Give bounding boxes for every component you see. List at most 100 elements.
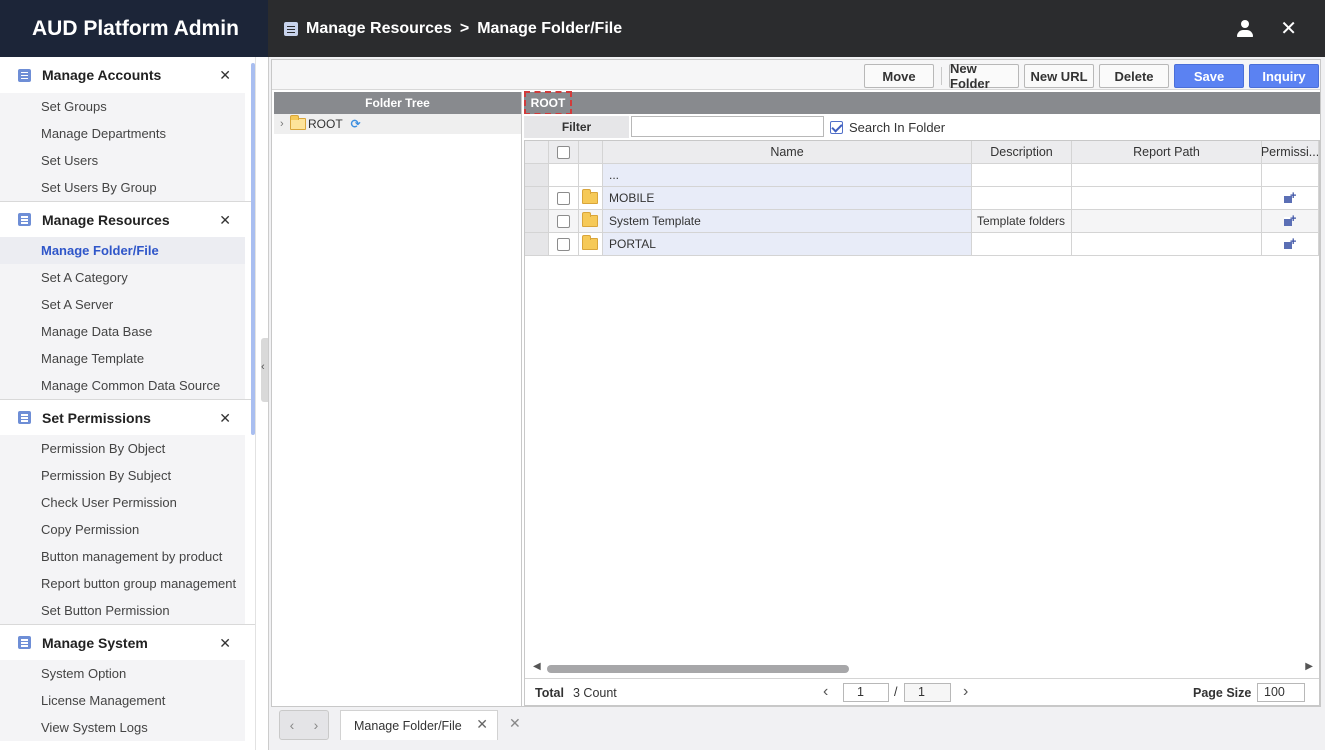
- new-url-button[interactable]: New URL: [1024, 64, 1094, 88]
- save-button[interactable]: Save: [1174, 64, 1244, 88]
- sidebar-section-set-permissions[interactable]: Set Permissions ✕: [0, 399, 255, 435]
- sidebar-item-report-button-group[interactable]: Report button group management: [0, 570, 245, 597]
- sidebar-item-set-users-by-group[interactable]: Set Users By Group: [0, 174, 245, 201]
- close-all-tabs-icon[interactable]: ✕: [509, 715, 521, 732]
- total-pages: 1: [904, 683, 951, 702]
- close-section-icon[interactable]: ✕: [219, 212, 231, 229]
- sidebar-item-permission-by-object[interactable]: Permission By Object: [0, 435, 245, 462]
- refresh-icon[interactable]: ⟳: [351, 117, 361, 131]
- filter-input[interactable]: [631, 116, 824, 137]
- sidebar-item-manage-folder-file[interactable]: Manage Folder/File: [0, 237, 245, 264]
- close-section-icon[interactable]: ✕: [219, 410, 231, 427]
- inquiry-button[interactable]: Inquiry: [1249, 64, 1319, 88]
- row-checkbox-cell[interactable]: [549, 187, 579, 210]
- tree-node-label[interactable]: ROOT: [308, 117, 343, 131]
- row-report-path: [1072, 164, 1262, 187]
- sidebar-section-manage-accounts[interactable]: Manage Accounts ✕: [0, 57, 255, 93]
- table-row[interactable]: MOBILE: [525, 187, 1319, 210]
- sidebar-item-system-option[interactable]: System Option: [0, 660, 245, 687]
- breadcrumb-page: Manage Folder/File: [477, 19, 623, 37]
- folder-tree-panel: Folder Tree › ROOT ⟳: [274, 92, 522, 706]
- section-title: Manage System: [42, 634, 148, 651]
- tab-manage-folder-file[interactable]: Manage Folder/File ✕: [340, 710, 498, 740]
- sidebar-collapse-handle[interactable]: [261, 338, 268, 402]
- row-name[interactable]: ...: [603, 164, 972, 187]
- sidebar-item-set-a-server[interactable]: Set A Server: [0, 291, 245, 318]
- sidebar-item-view-system-logs[interactable]: View System Logs: [0, 714, 245, 741]
- table-row[interactable]: PORTAL: [525, 233, 1319, 256]
- permission-add-icon[interactable]: [1284, 236, 1296, 250]
- sidebar-item-copy-permission[interactable]: Copy Permission: [0, 516, 245, 543]
- column-header-name[interactable]: Name: [603, 141, 972, 164]
- tab-close-icon[interactable]: ✕: [476, 716, 488, 733]
- sidebar-item-set-groups[interactable]: Set Groups: [0, 93, 245, 120]
- column-header-permission[interactable]: Permissi...: [1262, 141, 1319, 164]
- row-permission-cell[interactable]: [1262, 233, 1319, 256]
- folder-icon: [581, 212, 598, 227]
- scrollbar-thumb[interactable]: [547, 665, 849, 673]
- search-in-folder-label[interactable]: Search In Folder: [849, 120, 945, 135]
- sidebar-item-manage-template[interactable]: Manage Template: [0, 345, 245, 372]
- row-name[interactable]: PORTAL: [603, 233, 972, 256]
- column-header-report-path[interactable]: Report Path: [1072, 141, 1262, 164]
- row-checkbox[interactable]: [557, 191, 570, 205]
- sidebar-item-manage-departments[interactable]: Manage Departments: [0, 120, 245, 147]
- chevron-right-icon[interactable]: ›: [280, 118, 290, 130]
- scroll-left-icon[interactable]: ◀: [533, 661, 541, 672]
- sidebar-item-check-user-permission[interactable]: Check User Permission: [0, 489, 245, 516]
- table-row[interactable]: ...: [525, 164, 1319, 187]
- tab-next-icon[interactable]: ›: [314, 717, 319, 733]
- row-name[interactable]: System Template: [603, 210, 972, 233]
- close-section-icon[interactable]: ✕: [219, 635, 231, 652]
- row-header-corner: [525, 141, 549, 164]
- tab-label[interactable]: Manage Folder/File: [354, 719, 462, 733]
- permission-add-icon[interactable]: [1284, 213, 1296, 227]
- row-checkbox-cell[interactable]: [549, 210, 579, 233]
- delete-button[interactable]: Delete: [1099, 64, 1169, 88]
- next-page-icon[interactable]: ›: [963, 683, 968, 701]
- sidebar-item-license-management[interactable]: License Management: [0, 687, 245, 714]
- sidebar-item-manage-common-data-source[interactable]: Manage Common Data Source: [0, 372, 245, 399]
- page-size-input[interactable]: 100: [1257, 683, 1305, 702]
- row-permission-cell[interactable]: [1262, 210, 1319, 233]
- filter-label: Filter: [524, 116, 629, 138]
- sidebar-item-button-management[interactable]: Button management by product: [0, 543, 245, 570]
- move-button[interactable]: Move: [864, 64, 934, 88]
- column-header-description[interactable]: Description: [972, 141, 1072, 164]
- close-icon[interactable]: ✕: [1280, 19, 1297, 39]
- row-icon-cell: [579, 210, 603, 233]
- search-in-folder-checkbox[interactable]: [830, 121, 843, 134]
- prev-page-icon[interactable]: ‹: [823, 683, 828, 701]
- sidebar-item-permission-by-subject[interactable]: Permission By Subject: [0, 462, 245, 489]
- sidebar-scrollbar[interactable]: [251, 63, 255, 435]
- user-icon[interactable]: [1236, 19, 1254, 38]
- main-area: Move New Folder New URL Delete Save Inqu…: [268, 57, 1325, 750]
- search-in-folder[interactable]: Search In Folder: [830, 120, 945, 135]
- sidebar-item-manage-data-base[interactable]: Manage Data Base: [0, 318, 245, 345]
- path-root-crumb[interactable]: ROOT: [524, 91, 572, 115]
- select-all-cell[interactable]: [549, 141, 579, 164]
- row-checkbox[interactable]: [557, 237, 570, 251]
- row-permission-cell[interactable]: [1262, 187, 1319, 210]
- row-report-path: [1072, 187, 1262, 210]
- sidebar-section-manage-system[interactable]: Manage System ✕: [0, 624, 255, 660]
- row-name[interactable]: MOBILE: [603, 187, 972, 210]
- close-section-icon[interactable]: ✕: [219, 67, 231, 84]
- current-page-input[interactable]: 1: [843, 683, 889, 702]
- permission-add-icon[interactable]: [1284, 190, 1296, 204]
- sidebar-item-set-a-category[interactable]: Set A Category: [0, 264, 245, 291]
- tab-prev-icon[interactable]: ‹: [290, 717, 295, 733]
- scroll-right-icon[interactable]: ▶: [1305, 661, 1313, 672]
- section-title: Manage Accounts: [42, 67, 162, 83]
- select-all-checkbox[interactable]: [557, 145, 570, 159]
- row-checkbox[interactable]: [557, 214, 570, 228]
- row-checkbox-cell[interactable]: [549, 233, 579, 256]
- sidebar-section-manage-resources[interactable]: Manage Resources ✕: [0, 201, 255, 237]
- new-folder-button[interactable]: New Folder: [949, 61, 1019, 91]
- table-row[interactable]: System Template Template folders: [525, 210, 1319, 233]
- row-description: [972, 164, 1072, 187]
- sidebar-item-set-users[interactable]: Set Users: [0, 147, 245, 174]
- horizontal-scrollbar[interactable]: ◀ ▶: [533, 661, 1313, 674]
- sidebar-item-set-button-permission[interactable]: Set Button Permission: [0, 597, 245, 624]
- tree-node-root[interactable]: › ROOT ⟳: [274, 114, 521, 134]
